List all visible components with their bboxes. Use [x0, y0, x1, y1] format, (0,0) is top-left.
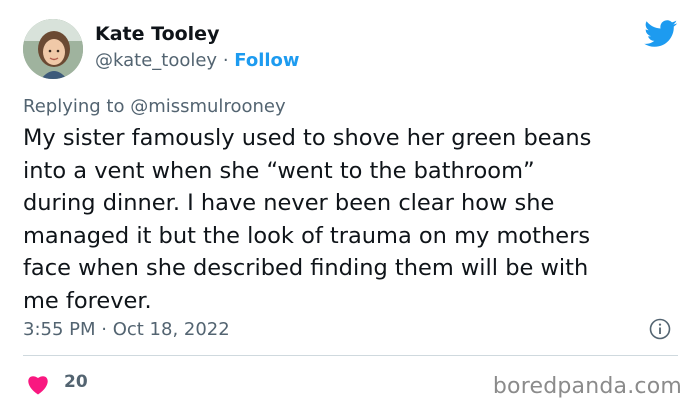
- info-icon[interactable]: [649, 318, 671, 340]
- reply-mention-link[interactable]: @missmulrooney: [130, 96, 285, 117]
- like-count: 20: [64, 372, 88, 392]
- avatar-image: [23, 19, 83, 79]
- heart-icon[interactable]: [26, 373, 50, 395]
- avatar[interactable]: [23, 19, 83, 79]
- author-handle-row: @kate_tooley · Follow: [95, 50, 300, 71]
- twitter-bird-icon[interactable]: [644, 20, 678, 48]
- author-display-name[interactable]: Kate Tooley: [95, 23, 219, 45]
- reply-context: Replying to @missmulrooney: [23, 96, 286, 117]
- author-handle[interactable]: @kate_tooley: [95, 50, 217, 71]
- tweet-timestamp[interactable]: 3:55 PM · Oct 18, 2022: [23, 319, 230, 340]
- follow-button[interactable]: Follow: [234, 50, 299, 71]
- watermark: boredpanda.com: [492, 374, 682, 399]
- separator-dot: ·: [217, 50, 235, 71]
- tweet-text: My sister famously used to shove her gre…: [23, 125, 592, 314]
- reply-prefix: Replying to: [23, 96, 131, 117]
- divider: [23, 355, 678, 356]
